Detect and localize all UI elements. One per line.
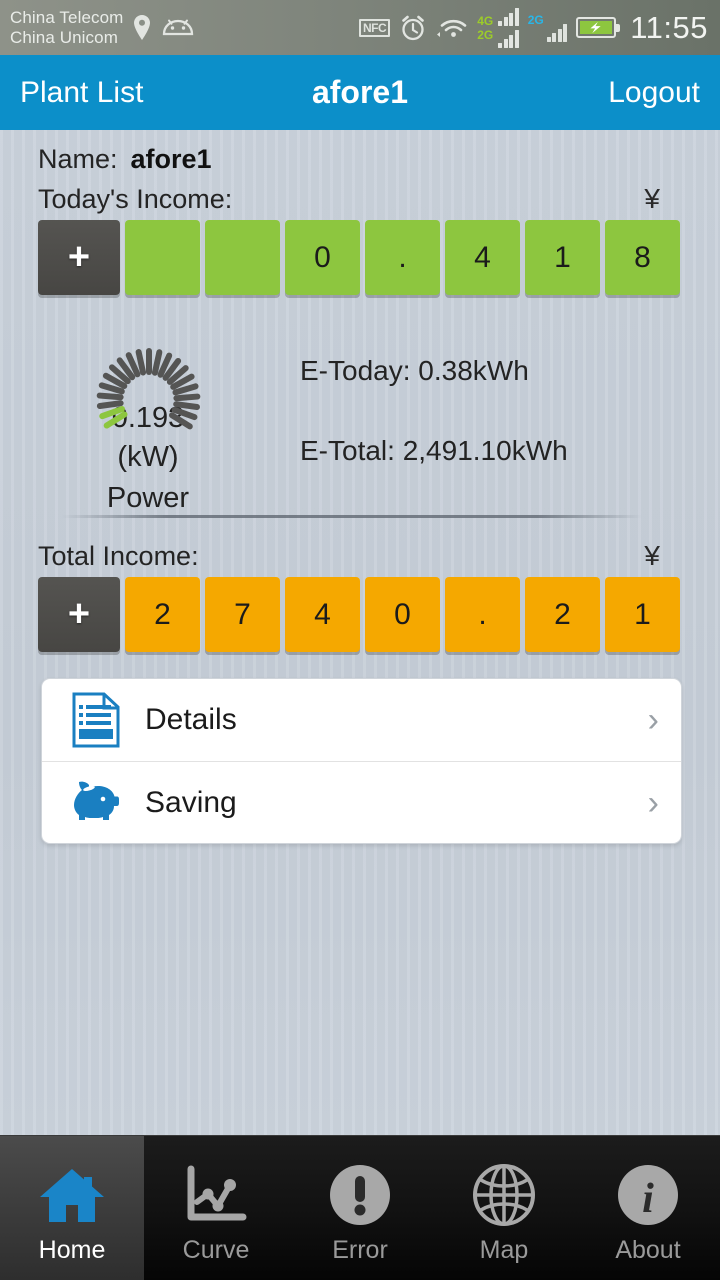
android-robot-icon	[161, 17, 195, 39]
total-income-digit: 1	[605, 577, 680, 652]
sim2-signal-icon: 2G	[528, 14, 568, 42]
total-income-header: Total Income: ¥	[0, 518, 720, 572]
sim1-2g-label: 2G	[477, 27, 494, 42]
chevron-right-icon: ›	[647, 701, 659, 739]
power-summary-row: 0.193 (kW) Power E-Today: 0.38kWh E-Tota…	[0, 307, 720, 515]
today-income-tiles: + 0 . 4 1 8	[0, 215, 720, 295]
nfc-icon: NFC	[359, 18, 391, 37]
total-income-digit: 2	[525, 577, 600, 652]
menu-item-saving[interactable]: Saving ›	[42, 761, 681, 843]
tab-map[interactable]: Map	[432, 1136, 576, 1280]
info-icon: i	[616, 1158, 680, 1232]
tab-label: Map	[479, 1235, 529, 1264]
total-income-tiles: + 2 7 4 0 . 2 1	[0, 572, 720, 652]
line-chart-icon	[183, 1158, 249, 1232]
location-pin-icon	[132, 14, 152, 42]
home-icon	[36, 1158, 108, 1232]
status-bar-right: NFC 4G 2G 2G 11:55	[359, 7, 708, 48]
piggy-bank-icon	[66, 779, 126, 827]
tab-curve[interactable]: Curve	[144, 1136, 288, 1280]
exclamation-icon	[328, 1158, 392, 1232]
status-bar: China Telecom China Unicom NFC 4G 2G 2G …	[0, 0, 720, 55]
today-income-digit: 0	[285, 220, 360, 295]
tab-label: Error	[332, 1235, 388, 1264]
menu-item-label: Details	[145, 703, 237, 736]
battery-charging-icon	[576, 17, 621, 38]
menu-item-label: Saving	[145, 785, 237, 819]
today-income-label: Today's Income:	[38, 183, 233, 214]
today-income-currency-symbol: ¥	[644, 183, 660, 214]
today-income-digit: 4	[445, 220, 520, 295]
document-icon	[66, 692, 126, 748]
carrier-line-2: China Unicom	[10, 27, 118, 47]
today-income-digit	[125, 220, 200, 295]
chevron-right-icon: ›	[647, 783, 659, 822]
today-income-digit: 1	[525, 220, 600, 295]
e-today-stat: E-Today: 0.38kWh	[300, 355, 529, 386]
power-gauge: 0.193 (kW) Power	[28, 307, 268, 514]
total-income-digit: .	[445, 577, 520, 652]
power-gauge-wrap: 0.193 (kW) Power	[0, 307, 300, 515]
today-income-digit: 8	[605, 220, 680, 295]
logout-button[interactable]: Logout	[608, 76, 700, 110]
total-income-digit: 7	[205, 577, 280, 652]
menu-item-details[interactable]: Details ›	[42, 679, 681, 761]
total-income-currency-symbol: ¥	[644, 540, 660, 571]
e-total-stat: E-Total: 2,491.10kWh	[300, 435, 568, 466]
total-income-digit: 2	[125, 577, 200, 652]
total-income-digit: 0	[365, 577, 440, 652]
plant-list-back-button[interactable]: Plant List	[20, 76, 143, 110]
bottom-tab-bar: Home Curve Error Map i About	[0, 1135, 720, 1280]
sim1-4g-label: 4G	[477, 13, 494, 28]
menu-card: Details › Saving ›	[41, 678, 682, 844]
tab-home[interactable]: Home	[0, 1136, 144, 1280]
tab-label: Curve	[182, 1235, 250, 1264]
tab-about[interactable]: i About	[576, 1136, 720, 1280]
plant-name-label: Name:	[38, 144, 118, 174]
plant-name-value: afore1	[130, 144, 212, 174]
total-income-plus-tile: +	[38, 577, 120, 652]
svg-text:i: i	[642, 1176, 654, 1222]
alarm-clock-icon	[399, 14, 427, 42]
total-income-label: Total Income:	[38, 540, 199, 571]
tab-label: About	[615, 1235, 681, 1264]
today-income-digit: .	[365, 220, 440, 295]
plant-name-row: Name: afore1	[0, 130, 720, 175]
carrier-line-1: China Telecom	[10, 7, 124, 27]
app-bar: Plant List afore1 Logout	[0, 55, 720, 130]
sim1-signal-icon: 4G 2G	[477, 7, 519, 48]
power-caption: Power	[106, 482, 190, 514]
carrier-names: China Telecom China Unicom	[10, 8, 123, 48]
status-bar-clock: 11:55	[630, 9, 708, 45]
tab-error[interactable]: Error	[288, 1136, 432, 1280]
total-income-digit: 4	[285, 577, 360, 652]
energy-stats: E-Today: 0.38kWh E-Total: 2,491.10kWh	[300, 307, 568, 515]
globe-icon	[472, 1158, 536, 1232]
tab-label: Home	[38, 1235, 106, 1264]
today-income-digit	[205, 220, 280, 295]
status-bar-left: China Telecom China Unicom	[10, 8, 195, 48]
today-income-plus-tile: +	[38, 220, 120, 295]
today-income-header: Today's Income: ¥	[0, 175, 720, 215]
wifi-icon	[436, 16, 468, 40]
main-content: Name: afore1 Today's Income: ¥ + 0 . 4 1…	[0, 130, 720, 1135]
sim2-2g-label: 2G	[527, 12, 544, 27]
